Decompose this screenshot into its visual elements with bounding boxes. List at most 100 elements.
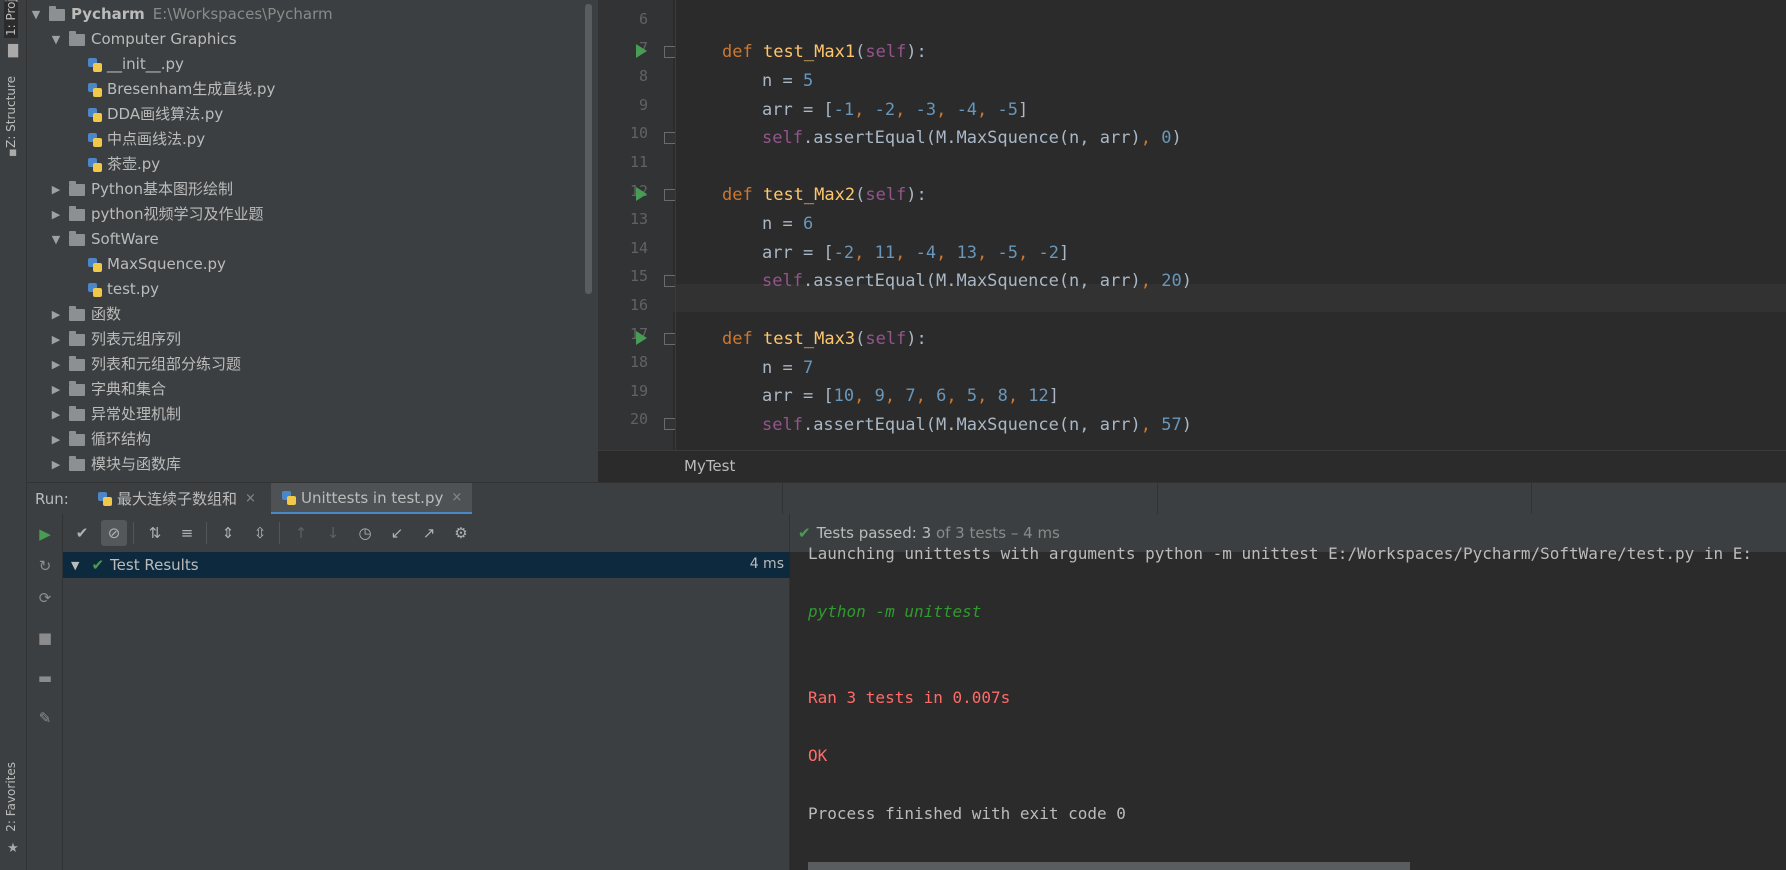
run-tab-max-subarray[interactable]: 最大连续子数组和 ×	[89, 483, 264, 515]
code-line-arr1: arr = [-1, -2, -3, -4, -5]	[762, 100, 1029, 120]
project-root-row[interactable]: ▼ Pycharm E:\Workspaces\Pycharm	[29, 2, 333, 27]
collapsed-arrow-icon[interactable]: ▶	[49, 327, 63, 352]
header-divider	[782, 483, 783, 515]
project-folder-row[interactable]: ▶ 函数	[49, 302, 121, 327]
project-item-label: Python基本图形绘制	[91, 180, 233, 198]
test-console[interactable]: ✔ Tests passed: 3 of 3 tests – 4 ms Launc…	[790, 514, 1786, 870]
code-line-def-test-max1: def test_Max1(self):	[722, 42, 927, 62]
collapsed-arrow-icon[interactable]: ▶	[49, 402, 63, 427]
line-number: 16	[629, 296, 648, 314]
project-folder-row[interactable]: ▶ python视频学习及作业题	[49, 202, 264, 227]
collapsed-arrow-icon[interactable]: ▶	[49, 352, 63, 377]
collapsed-arrow-icon[interactable]: ▶	[49, 377, 63, 402]
project-file-row[interactable]: __init__.py	[87, 52, 184, 77]
code-line-n1: n = 5	[762, 71, 814, 91]
close-icon[interactable]: ×	[451, 482, 462, 514]
rerun-icon[interactable]: ▶	[35, 524, 55, 544]
show-passed-icon[interactable]: ✔	[69, 520, 95, 546]
layout-icon[interactable]: ▬	[35, 668, 55, 688]
project-file-row[interactable]: 中点画线法.py	[87, 127, 205, 152]
console-launch-line: Launching unittests with arguments pytho…	[808, 544, 1753, 563]
project-scrollbar[interactable]	[585, 4, 592, 294]
sort-alphabetically-icon[interactable]: ⇅	[142, 520, 168, 546]
expanded-arrow-icon[interactable]: ▼	[29, 2, 43, 27]
folder-icon	[69, 355, 85, 371]
project-file-row[interactable]: test.py	[87, 277, 159, 302]
collapsed-arrow-icon[interactable]: ▶	[49, 302, 63, 327]
project-item-label: Computer Graphics	[91, 30, 237, 48]
project-file-row[interactable]: DDA画线算法.py	[87, 102, 223, 127]
project-folder-row[interactable]: ▶ 循环结构	[49, 427, 151, 452]
code-editor[interactable]: 6 7 8 9 10 11 12 13 14 15 16 17 18 19 20 def test_Max1…	[598, 0, 1786, 482]
header-divider	[1531, 483, 1532, 515]
show-ignored-icon[interactable]: ⊘	[101, 520, 127, 546]
pin-icon[interactable]: ✎	[35, 708, 55, 728]
collapsed-arrow-icon[interactable]: ▶	[49, 452, 63, 477]
status-suffix: of 3 tests – 4 ms	[931, 524, 1060, 542]
expand-all-icon[interactable]: ⇕	[215, 520, 241, 546]
run-tab-label: Unittests in test.py	[301, 488, 444, 507]
toggle-auto-test-icon[interactable]: ⟳	[35, 588, 55, 608]
run-tab-unittests[interactable]: Unittests in test.py ×	[271, 482, 473, 515]
line-number: 9	[638, 95, 648, 114]
favorites-tool-tab[interactable]: 2: Favorites	[4, 762, 18, 832]
project-folder-row[interactable]: ▶ Python基本图形绘制	[49, 177, 233, 202]
code-line-assert1: self.assertEqual(M.MaxSquence(n, arr), 0…	[762, 128, 1182, 148]
folder-icon	[69, 330, 85, 346]
folder-icon	[69, 405, 85, 421]
breadcrumb-class-mytest[interactable]: MyTest	[684, 457, 735, 475]
rerun-failed-icon[interactable]: ↻	[35, 556, 55, 576]
project-folder-row[interactable]: ▶ 列表元组序列	[49, 327, 181, 352]
history-icon[interactable]: ◷	[352, 520, 378, 546]
code-line-def-test-max3: def test_Max3(self):	[722, 329, 927, 349]
structure-icon: ▪	[8, 145, 18, 160]
project-folder-row[interactable]: ▶ 模块与函数库	[49, 452, 181, 477]
project-folder-row[interactable]: ▼ SoftWare	[49, 227, 159, 252]
collapsed-arrow-icon[interactable]: ▶	[49, 202, 63, 227]
close-icon[interactable]: ×	[245, 483, 256, 515]
project-folder-row[interactable]: ▶ 列表和元组部分练习题	[49, 352, 241, 377]
structure-tool-tab[interactable]: Z: Structure	[4, 76, 18, 148]
code-line-assert3: self.assertEqual(M.MaxSquence(n, arr), 5…	[762, 415, 1192, 435]
project-tool-tab[interactable]: 1: Project	[4, 0, 18, 38]
line-number: 8	[638, 67, 648, 86]
next-failed-icon[interactable]: ↓	[320, 520, 346, 546]
project-item-label: __init__.py	[107, 55, 184, 73]
previous-failed-icon[interactable]: ↑	[288, 520, 314, 546]
test-results-row[interactable]: ▼ ✔ Test Results 4 ms	[63, 552, 790, 578]
line-number: 6	[638, 10, 648, 28]
project-item-label: Bresenham生成直线.py	[107, 80, 276, 98]
stop-icon[interactable]: ■	[35, 628, 55, 648]
project-item-label: 循环结构	[91, 430, 152, 448]
collapse-all-icon[interactable]: ⇳	[247, 520, 273, 546]
project-root-name: Pycharm	[71, 5, 145, 23]
sort-by-duration-icon[interactable]: ≡	[174, 520, 200, 546]
python-file-icon	[87, 282, 103, 298]
run-test-icon[interactable]	[636, 44, 647, 58]
expanded-arrow-icon[interactable]: ▼	[71, 559, 79, 572]
folder-icon	[69, 30, 85, 46]
project-folder-row[interactable]: ▶ 字典和集合	[49, 377, 166, 402]
project-folder-row[interactable]: ▶ 异常处理机制	[49, 402, 181, 427]
project-item-label: DDA画线算法.py	[107, 105, 224, 123]
collapsed-arrow-icon[interactable]: ▶	[49, 427, 63, 452]
python-file-icon	[87, 257, 103, 273]
run-test-icon[interactable]	[636, 331, 647, 345]
code-line-def-test-max2: def test_Max2(self):	[722, 185, 927, 205]
expanded-arrow-icon[interactable]: ▼	[49, 27, 63, 52]
gear-icon[interactable]: ⚙	[448, 520, 474, 546]
project-folder-row[interactable]: ▼ Computer Graphics	[49, 27, 237, 52]
project-item-label: 中点画线法.py	[107, 130, 206, 148]
project-file-row[interactable]: 茶壶.py	[87, 152, 160, 177]
console-horizontal-scrollbar[interactable]	[808, 862, 1410, 870]
run-test-icon[interactable]	[636, 187, 647, 201]
project-file-row[interactable]: Bresenham生成直线.py	[87, 77, 275, 102]
collapsed-arrow-icon[interactable]: ▶	[49, 177, 63, 202]
code-line-arr2: arr = [-2, 11, -4, 13, -5, -2]	[762, 243, 1070, 263]
python-test-icon	[281, 490, 297, 506]
export-tests-icon[interactable]: ↗	[416, 520, 442, 546]
project-file-row[interactable]: MaxSquence.py	[87, 252, 226, 277]
line-number: 18	[629, 353, 648, 372]
import-tests-icon[interactable]: ↙	[384, 520, 410, 546]
expanded-arrow-icon[interactable]: ▼	[49, 227, 63, 252]
